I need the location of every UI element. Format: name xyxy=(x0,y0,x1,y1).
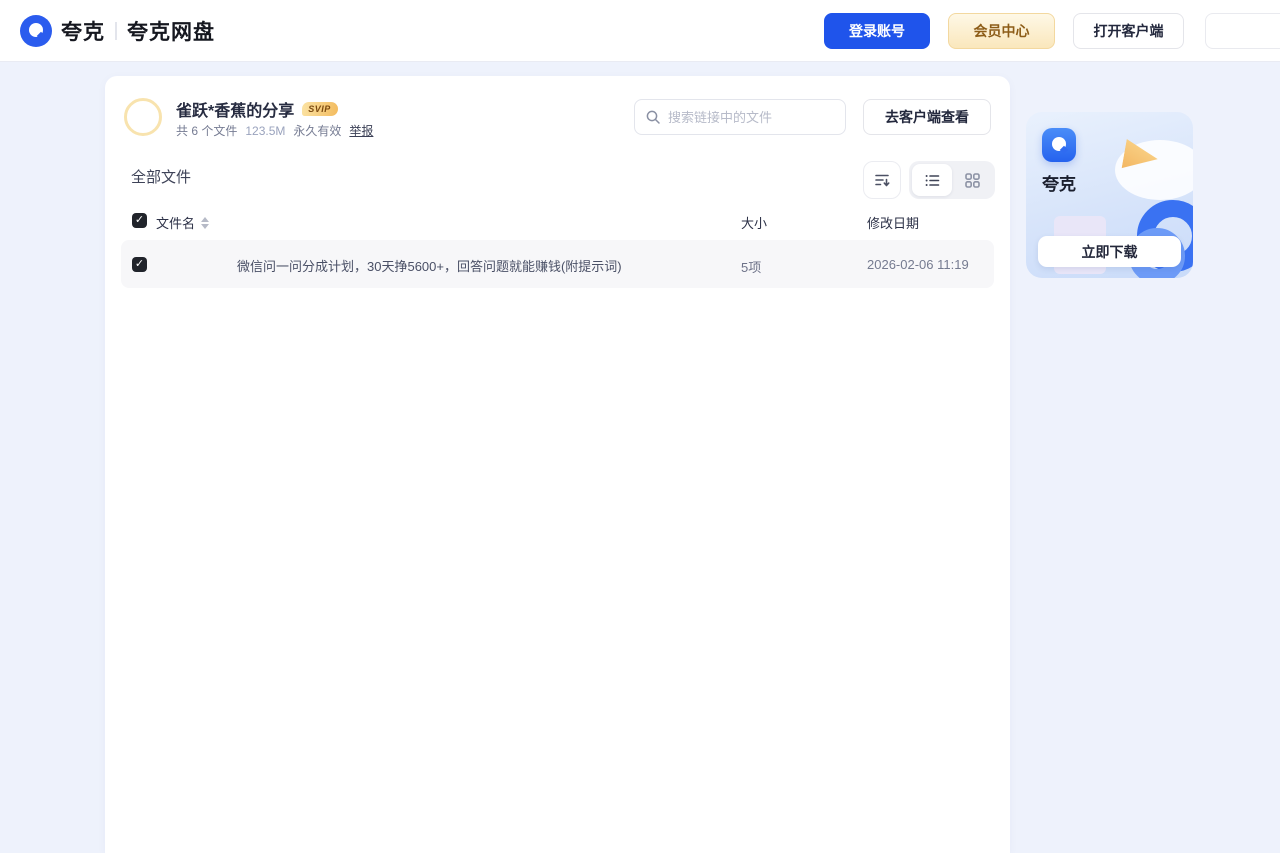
search-box[interactable] xyxy=(634,99,846,135)
vip-center-button[interactable]: 会员中心 xyxy=(948,13,1055,49)
file-date: 2026-02-06 11:19 xyxy=(867,257,969,272)
open-client-button[interactable]: 打开客户端 xyxy=(1073,13,1184,49)
grid-view-button[interactable] xyxy=(952,164,992,196)
name-sort-arrows-icon[interactable] xyxy=(201,217,209,229)
login-button[interactable]: 登录账号 xyxy=(824,13,930,49)
all-files-title: 全部文件 xyxy=(131,166,191,187)
column-header-name[interactable]: 文件名 xyxy=(156,213,209,232)
promo-app-name: 夸克 xyxy=(1042,170,1076,195)
share-validity: 永久有效 xyxy=(293,122,341,139)
file-name[interactable]: 微信问一问分成计划，30天挣5600+，回答问题就能赚钱(附提示词) xyxy=(237,256,717,275)
quark-logo-icon xyxy=(20,15,52,47)
column-name-label: 文件名 xyxy=(156,213,195,232)
go-client-button[interactable]: 去客户端查看 xyxy=(863,99,991,135)
product-name: 夸克网盘 xyxy=(127,16,215,46)
column-header-date: 修改日期 xyxy=(867,213,919,232)
share-file-count: 共 6 个文件 xyxy=(176,122,237,139)
list-view-button[interactable] xyxy=(912,164,952,196)
view-mode-toggle xyxy=(909,161,995,199)
row-checkbox[interactable]: ✓ xyxy=(132,257,147,272)
share-total-size: 123.5M xyxy=(245,124,285,138)
share-title: 雀跃*香蕉的分享 xyxy=(176,97,294,121)
svip-badge: SVIP xyxy=(302,102,338,116)
file-row[interactable]: ✓ 微信问一问分成计划，30天挣5600+，回答问题就能赚钱(附提示词) 5项 … xyxy=(121,240,994,288)
quark-app-icon xyxy=(1042,128,1076,162)
grid-view-icon xyxy=(964,172,981,189)
share-content-card: 雀跃*香蕉的分享 SVIP 共 6 个文件 123.5M 永久有效 举报 去客户… xyxy=(105,76,1010,853)
search-icon xyxy=(645,109,661,125)
brand-area[interactable]: 夸克 夸克网盘 xyxy=(20,15,215,47)
sharer-avatar xyxy=(124,98,162,136)
app-download-card[interactable]: 夸克 立即下载 xyxy=(1026,112,1193,278)
blank-button[interactable] xyxy=(1205,13,1280,49)
download-now-button[interactable]: 立即下载 xyxy=(1038,236,1181,267)
report-link[interactable]: 举报 xyxy=(349,122,373,139)
list-view-icon xyxy=(924,172,941,189)
share-meta: 共 6 个文件 123.5M 永久有效 举报 xyxy=(176,122,373,139)
file-table-header: ✓ 文件名 大小 修改日期 xyxy=(105,207,1010,239)
column-header-size: 大小 xyxy=(741,213,767,232)
sort-icon xyxy=(873,171,891,189)
top-header: 夸克 夸克网盘 登录账号 会员中心 打开客户端 xyxy=(0,0,1280,62)
sort-order-button[interactable] xyxy=(863,161,901,199)
brand-divider xyxy=(115,22,117,40)
search-input[interactable] xyxy=(668,110,828,125)
brand-name: 夸克 xyxy=(61,16,105,46)
file-size: 5项 xyxy=(741,257,761,276)
select-all-checkbox[interactable]: ✓ xyxy=(132,213,147,228)
